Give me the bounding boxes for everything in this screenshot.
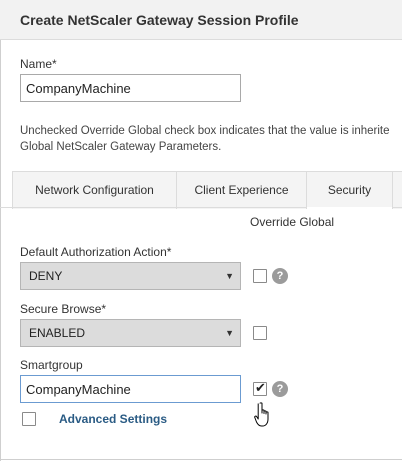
default-authorization-label: Default Authorization Action* [20,245,172,259]
help-icon[interactable]: ? [272,268,288,284]
default-authorization-select[interactable]: DENY ▼ [20,262,241,290]
override-global-header: Override Global [250,215,335,229]
secure-browse-override-checkbox[interactable] [253,326,267,340]
chevron-down-icon: ▼ [225,328,234,338]
override-info-line-1: Unchecked Override Global check box indi… [20,125,390,137]
dialog-title-bar: Create NetScaler Gateway Session Profile [0,0,402,40]
tab-bar: Network Configuration Client Experience … [12,171,402,209]
smartgroup-input[interactable] [20,375,241,403]
advanced-settings-link[interactable]: Advanced Settings [59,412,167,426]
smartgroup-override-checkbox[interactable]: ✔ [253,380,267,396]
secure-browse-select[interactable]: ENABLED ▼ [20,319,241,347]
advanced-settings-checkbox[interactable] [22,412,36,426]
secure-browse-value: ENABLED [29,326,86,340]
smartgroup-label: Smartgroup [20,358,83,372]
override-info-text: Unchecked Override Global check box indi… [20,123,402,155]
help-icon[interactable]: ? [272,381,288,397]
hand-cursor-icon [254,402,269,427]
tab-security[interactable]: Security [307,172,393,209]
name-label: Name* [20,57,57,71]
tab-client-experience[interactable]: Client Experience [177,172,307,209]
chevron-down-icon: ▼ [225,271,234,281]
name-input[interactable] [20,74,241,102]
default-authorization-override-checkbox[interactable] [253,269,267,283]
tab-network-configuration[interactable]: Network Configuration [13,172,177,209]
tab-security-active-indicator [307,207,392,209]
override-info-line-2: Global NetScaler Gateway Parameters. [20,141,222,153]
dialog-title: Create NetScaler Gateway Session Profile [20,12,299,28]
check-icon: ✔ [255,380,266,395]
dialog-bottom-border [0,459,402,460]
dialog-left-border [0,40,1,461]
secure-browse-label: Secure Browse* [20,302,107,316]
default-authorization-value: DENY [29,269,63,283]
